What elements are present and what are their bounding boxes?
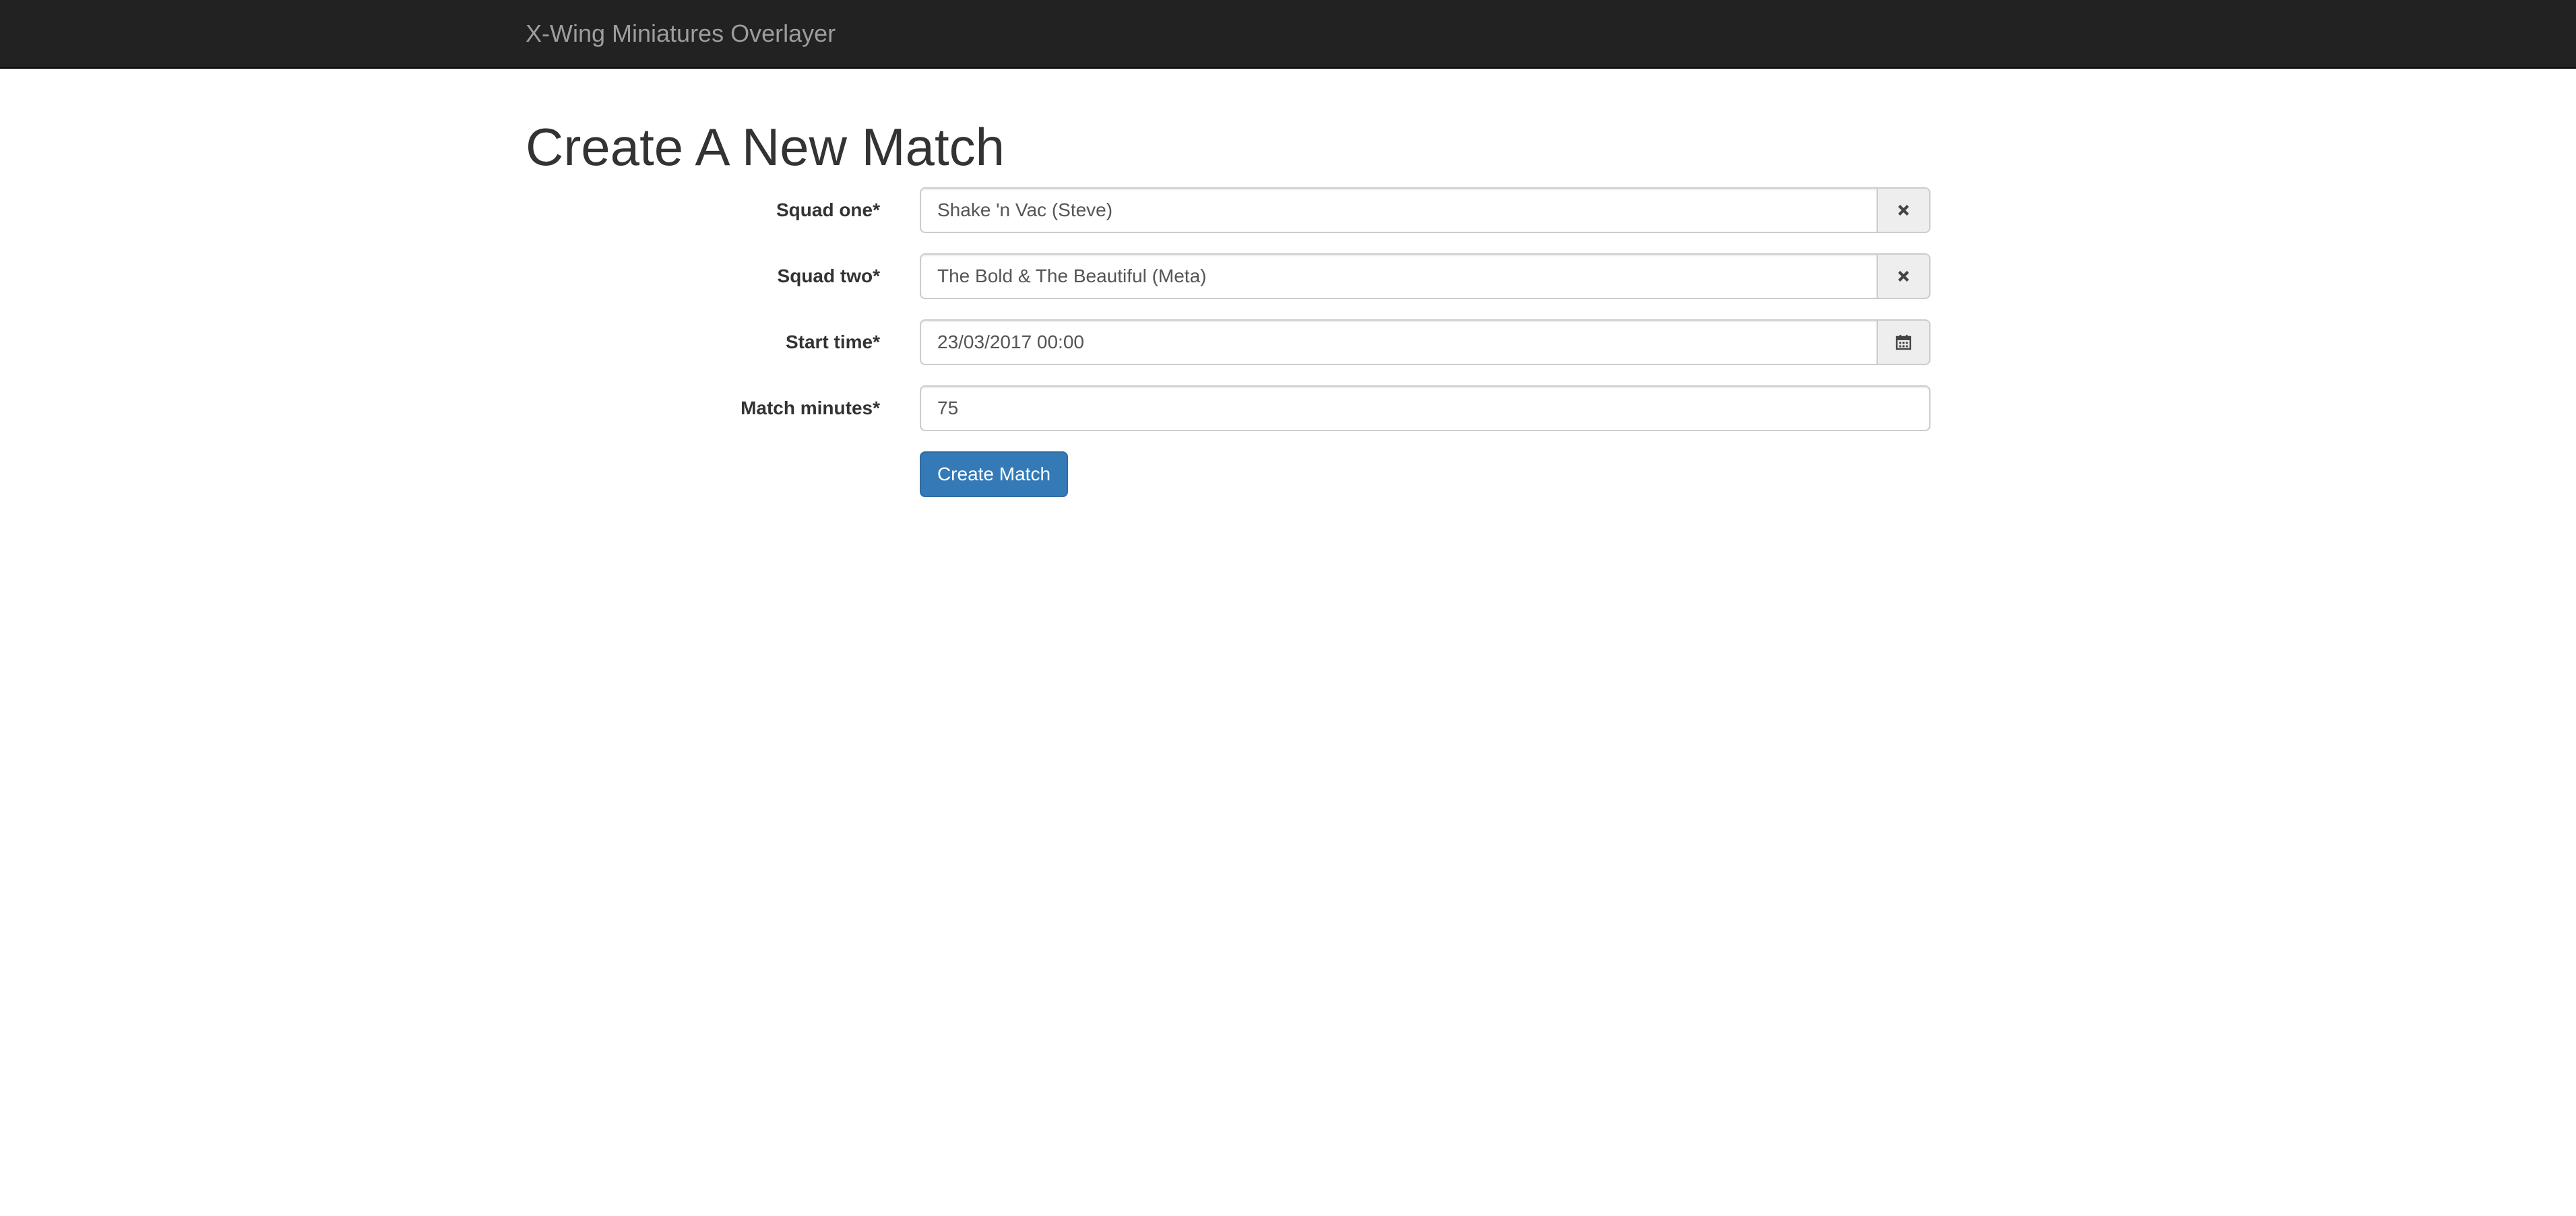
start-time-input-group xyxy=(920,319,1930,365)
squad-one-input[interactable] xyxy=(920,187,1878,233)
top-navbar: X-Wing Miniatures Overlayer xyxy=(0,0,2576,69)
squad-one-input-group xyxy=(920,187,1930,233)
squad-two-clear-button[interactable] xyxy=(1878,253,1930,299)
squad-two-row: Squad two* xyxy=(526,253,1931,299)
squad-one-clear-button[interactable] xyxy=(1878,187,1930,233)
create-match-button[interactable]: Create Match xyxy=(920,451,1068,497)
start-time-calendar-button[interactable] xyxy=(1878,319,1930,365)
clear-icon xyxy=(1898,205,1909,216)
start-time-input[interactable] xyxy=(920,319,1878,365)
squad-one-row: Squad one* xyxy=(526,187,1931,233)
start-time-row: Start time* xyxy=(526,319,1931,365)
match-minutes-row: Match minutes* xyxy=(526,385,1931,431)
squad-one-label: Squad one* xyxy=(776,199,880,220)
squad-two-input[interactable] xyxy=(920,253,1878,299)
page-title: Create A New Match xyxy=(526,117,1005,177)
brand-link[interactable]: X-Wing Miniatures Overlayer xyxy=(526,0,836,67)
match-minutes-input[interactable] xyxy=(920,385,1930,431)
match-minutes-label: Match minutes* xyxy=(741,397,880,418)
calendar-icon xyxy=(1895,335,1912,350)
squad-two-input-group xyxy=(920,253,1930,299)
clear-icon xyxy=(1898,271,1909,282)
start-time-label: Start time* xyxy=(785,331,880,352)
squad-two-label: Squad two* xyxy=(777,265,880,286)
match-minutes-input-group xyxy=(920,385,1930,431)
